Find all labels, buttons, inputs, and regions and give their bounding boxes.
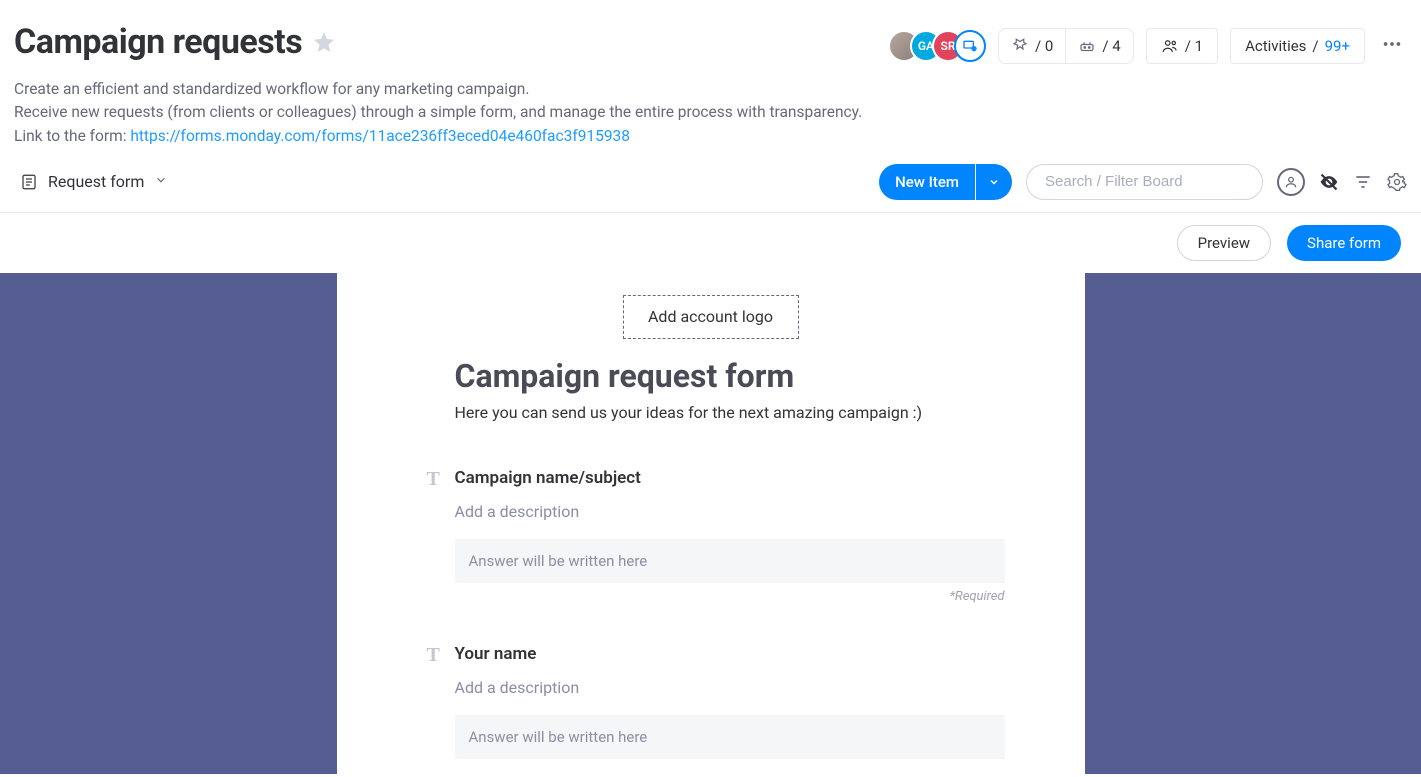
activities-button[interactable]: Activities / 99+ [1230,28,1365,64]
form-canvas: Add account logo Campaign request form H… [0,273,1421,774]
hidden-columns-icon[interactable] [1319,172,1339,192]
person-filter-icon[interactable] [1277,168,1305,196]
integrations-count: / 4 [1102,37,1120,55]
board-members-avatars[interactable]: GA SR [888,30,986,62]
add-logo-button[interactable]: Add account logo [623,295,799,339]
form-subtitle[interactable]: Here you can send us your ideas for the … [377,403,1045,422]
form-question[interactable]: T Your name Add a description Answer wil… [377,644,1045,759]
new-item-dropdown[interactable] [976,164,1012,200]
text-type-icon: T [427,468,440,491]
question-description[interactable]: Add a description [455,678,1005,697]
form-title[interactable]: Campaign request form [377,357,1045,395]
share-form-button[interactable]: Share form [1287,225,1401,261]
page-title[interactable]: Campaign requests [14,22,302,62]
view-switcher[interactable]: Request form [14,168,174,195]
automations-count: / 0 [1035,37,1053,55]
settings-icon[interactable] [1387,172,1407,192]
form-view-icon [20,173,38,191]
automations-button[interactable]: / 0 [998,28,1065,64]
preview-button[interactable]: Preview [1177,225,1271,261]
board-toolbar: Request form New Item [0,148,1421,213]
form-question[interactable]: T Campaign name/subject Add a descriptio… [377,468,1045,604]
view-only-avatar-icon[interactable] [954,30,986,62]
board-description[interactable]: Create an efficient and standardized wor… [14,78,1401,148]
search-input-wrapper[interactable] [1026,164,1263,200]
answer-placeholder: Answer will be written here [455,539,1005,583]
search-input[interactable] [1043,172,1246,191]
text-type-icon: T [427,644,440,667]
board-header: Campaign requests GA SR / 0 / 4 [0,0,1421,148]
chevron-down-icon [154,172,168,191]
question-description[interactable]: Add a description [455,502,1005,521]
members-count: / 1 [1185,37,1203,55]
view-label: Request form [48,172,144,191]
form-card: Add account logo Campaign request form H… [337,273,1085,774]
required-indicator: *Required [455,589,1005,604]
sort-filter-icon[interactable] [1353,172,1373,192]
form-actions-bar: Preview Share form [0,213,1421,273]
answer-placeholder: Answer will be written here [455,715,1005,759]
integrations-button[interactable]: / 4 [1065,28,1133,64]
form-link[interactable]: https://forms.monday.com/forms/11ace236f… [130,127,630,145]
question-label[interactable]: Your name [455,644,1005,664]
members-button[interactable]: / 1 [1146,28,1218,64]
question-label[interactable]: Campaign name/subject [455,468,1005,488]
favorite-star-icon[interactable] [312,30,336,54]
new-item-button[interactable]: New Item [879,164,1012,200]
more-options-icon[interactable] [1377,29,1407,63]
